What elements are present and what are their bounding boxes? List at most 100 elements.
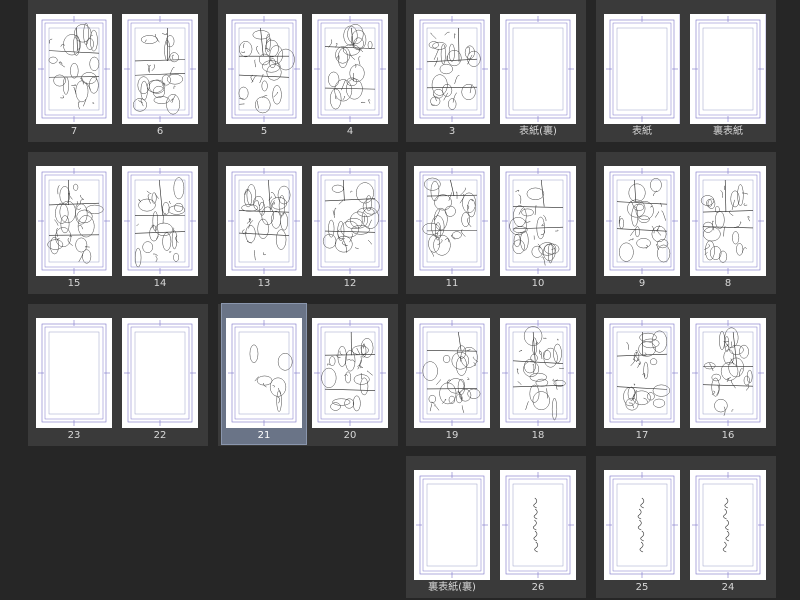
page-thumb-18[interactable]: 18 (500, 304, 576, 444)
spread-cover[interactable]: 表紙 裏表紙 (596, 0, 776, 142)
spread-5-4[interactable]: 5 4 (218, 0, 398, 142)
page-thumb-16[interactable]: 16 (690, 304, 766, 444)
page-number: 22 (153, 430, 167, 441)
spread-19-18[interactable]: 19 18 (406, 304, 586, 446)
page-sheet (690, 14, 766, 124)
page-sheet (122, 166, 198, 276)
page-number: 25 (635, 582, 649, 593)
page-number: 表紙(裏) (519, 126, 557, 137)
page-thumb-19[interactable]: 19 (414, 304, 490, 444)
spread-23-22[interactable]: 23 22 (28, 304, 208, 446)
page-thumb-21-selected[interactable]: 21 (221, 303, 307, 445)
page-number: 13 (257, 278, 271, 289)
page-thumb-8[interactable]: 8 (690, 152, 766, 292)
page-thumb-back-cover-inside[interactable]: 裏表紙(裏) (414, 456, 490, 596)
spread-25-24[interactable]: 25 24 (596, 456, 776, 598)
spread-15-14[interactable]: 15 14 (28, 152, 208, 294)
page-thumb-24[interactable]: 24 (690, 456, 766, 596)
page-guides (416, 16, 488, 122)
page-guides (502, 472, 574, 578)
page-thumb-14[interactable]: 14 (122, 152, 198, 292)
page-sheet (690, 166, 766, 276)
page-thumb-25[interactable]: 25 (604, 456, 680, 596)
page-thumb-26[interactable]: 26 (500, 456, 576, 596)
page-thumb-10[interactable]: 10 (500, 152, 576, 292)
page-guides (38, 16, 110, 122)
page-thumb-9[interactable]: 9 (604, 152, 680, 292)
page-number: 12 (343, 278, 357, 289)
page-thumb-cover[interactable]: 表紙 (604, 0, 680, 140)
page-guides (502, 168, 574, 274)
spread-9-8[interactable]: 9 8 (596, 152, 776, 294)
page-sheet (690, 318, 766, 428)
page-number: 14 (153, 278, 167, 289)
spread-17-16[interactable]: 17 16 (596, 304, 776, 446)
page-guides (606, 14, 680, 124)
page-number: 7 (70, 126, 78, 137)
page-sheet (414, 14, 490, 124)
page-thumb-11[interactable]: 11 (414, 152, 490, 292)
spread-3-cover-inside[interactable]: 3 表紙(裏) (406, 0, 586, 142)
page-thumb-23[interactable]: 23 (36, 304, 112, 444)
page-number: 11 (445, 278, 459, 289)
page-number: 21 (257, 430, 271, 441)
page-guides (228, 168, 300, 274)
page-sheet (414, 470, 490, 580)
page-sheet (690, 470, 766, 580)
page-thumb-17[interactable]: 17 (604, 304, 680, 444)
page-sheet (36, 14, 112, 124)
page-guides (606, 320, 678, 426)
page-guides (692, 320, 764, 426)
spread-11-10[interactable]: 11 10 (406, 152, 586, 294)
page-sheet (226, 318, 302, 428)
page-thumb-cover-inside[interactable]: 表紙(裏) (500, 0, 576, 140)
page-sheet (312, 14, 388, 124)
page-guides (228, 16, 300, 122)
page-guides (416, 320, 488, 426)
page-number: 表紙 (632, 126, 652, 137)
page-guides (502, 320, 574, 426)
page-sheet (312, 318, 388, 428)
page-guides (314, 168, 386, 274)
page-sheet (414, 166, 490, 276)
page-number: 20 (343, 430, 357, 441)
page-thumb-13[interactable]: 13 (226, 152, 302, 292)
spread-7-6[interactable]: 7 6 (28, 0, 208, 142)
page-guides (124, 168, 196, 274)
page-sheet (604, 166, 680, 276)
page-number: 16 (721, 430, 735, 441)
page-thumb-20[interactable]: 20 (312, 304, 388, 444)
page-thumb-12[interactable]: 12 (312, 152, 388, 292)
page-number: 17 (635, 430, 649, 441)
page-sheet (122, 318, 198, 428)
page-guides (124, 16, 196, 122)
page-guides (38, 168, 110, 274)
page-thumb-3[interactable]: 3 (414, 0, 490, 140)
page-thumb-15[interactable]: 15 (36, 152, 112, 292)
page-thumb-5[interactable]: 5 (226, 0, 302, 140)
page-number: 9 (638, 278, 646, 289)
page-guides (314, 16, 386, 122)
page-thumb-4[interactable]: 4 (312, 0, 388, 140)
page-number: 24 (721, 582, 735, 593)
page-sheet (500, 166, 576, 276)
page-number: 裏表紙 (713, 126, 743, 137)
page-guides (38, 320, 110, 426)
page-number: 5 (260, 126, 268, 137)
page-thumb-back-cover[interactable]: 裏表紙 (690, 0, 766, 140)
page-guides (606, 472, 678, 578)
page-thumb-6[interactable]: 6 (122, 0, 198, 140)
spread-13-12[interactable]: 13 12 (218, 152, 398, 294)
page-sheet (604, 470, 680, 580)
spread-21-20[interactable]: 21 20 (218, 303, 398, 446)
page-thumb-22[interactable]: 22 (122, 304, 198, 444)
page-sheet (226, 166, 302, 276)
page-sheet (414, 318, 490, 428)
spread-backcover-inside-26[interactable]: 裏表紙(裏) 26 (406, 456, 586, 598)
page-number: 19 (445, 430, 459, 441)
page-guides (692, 14, 766, 124)
page-number: 23 (67, 430, 81, 441)
page-guides (228, 320, 300, 426)
page-sheet (36, 318, 112, 428)
page-thumb-7[interactable]: 7 (36, 0, 112, 140)
